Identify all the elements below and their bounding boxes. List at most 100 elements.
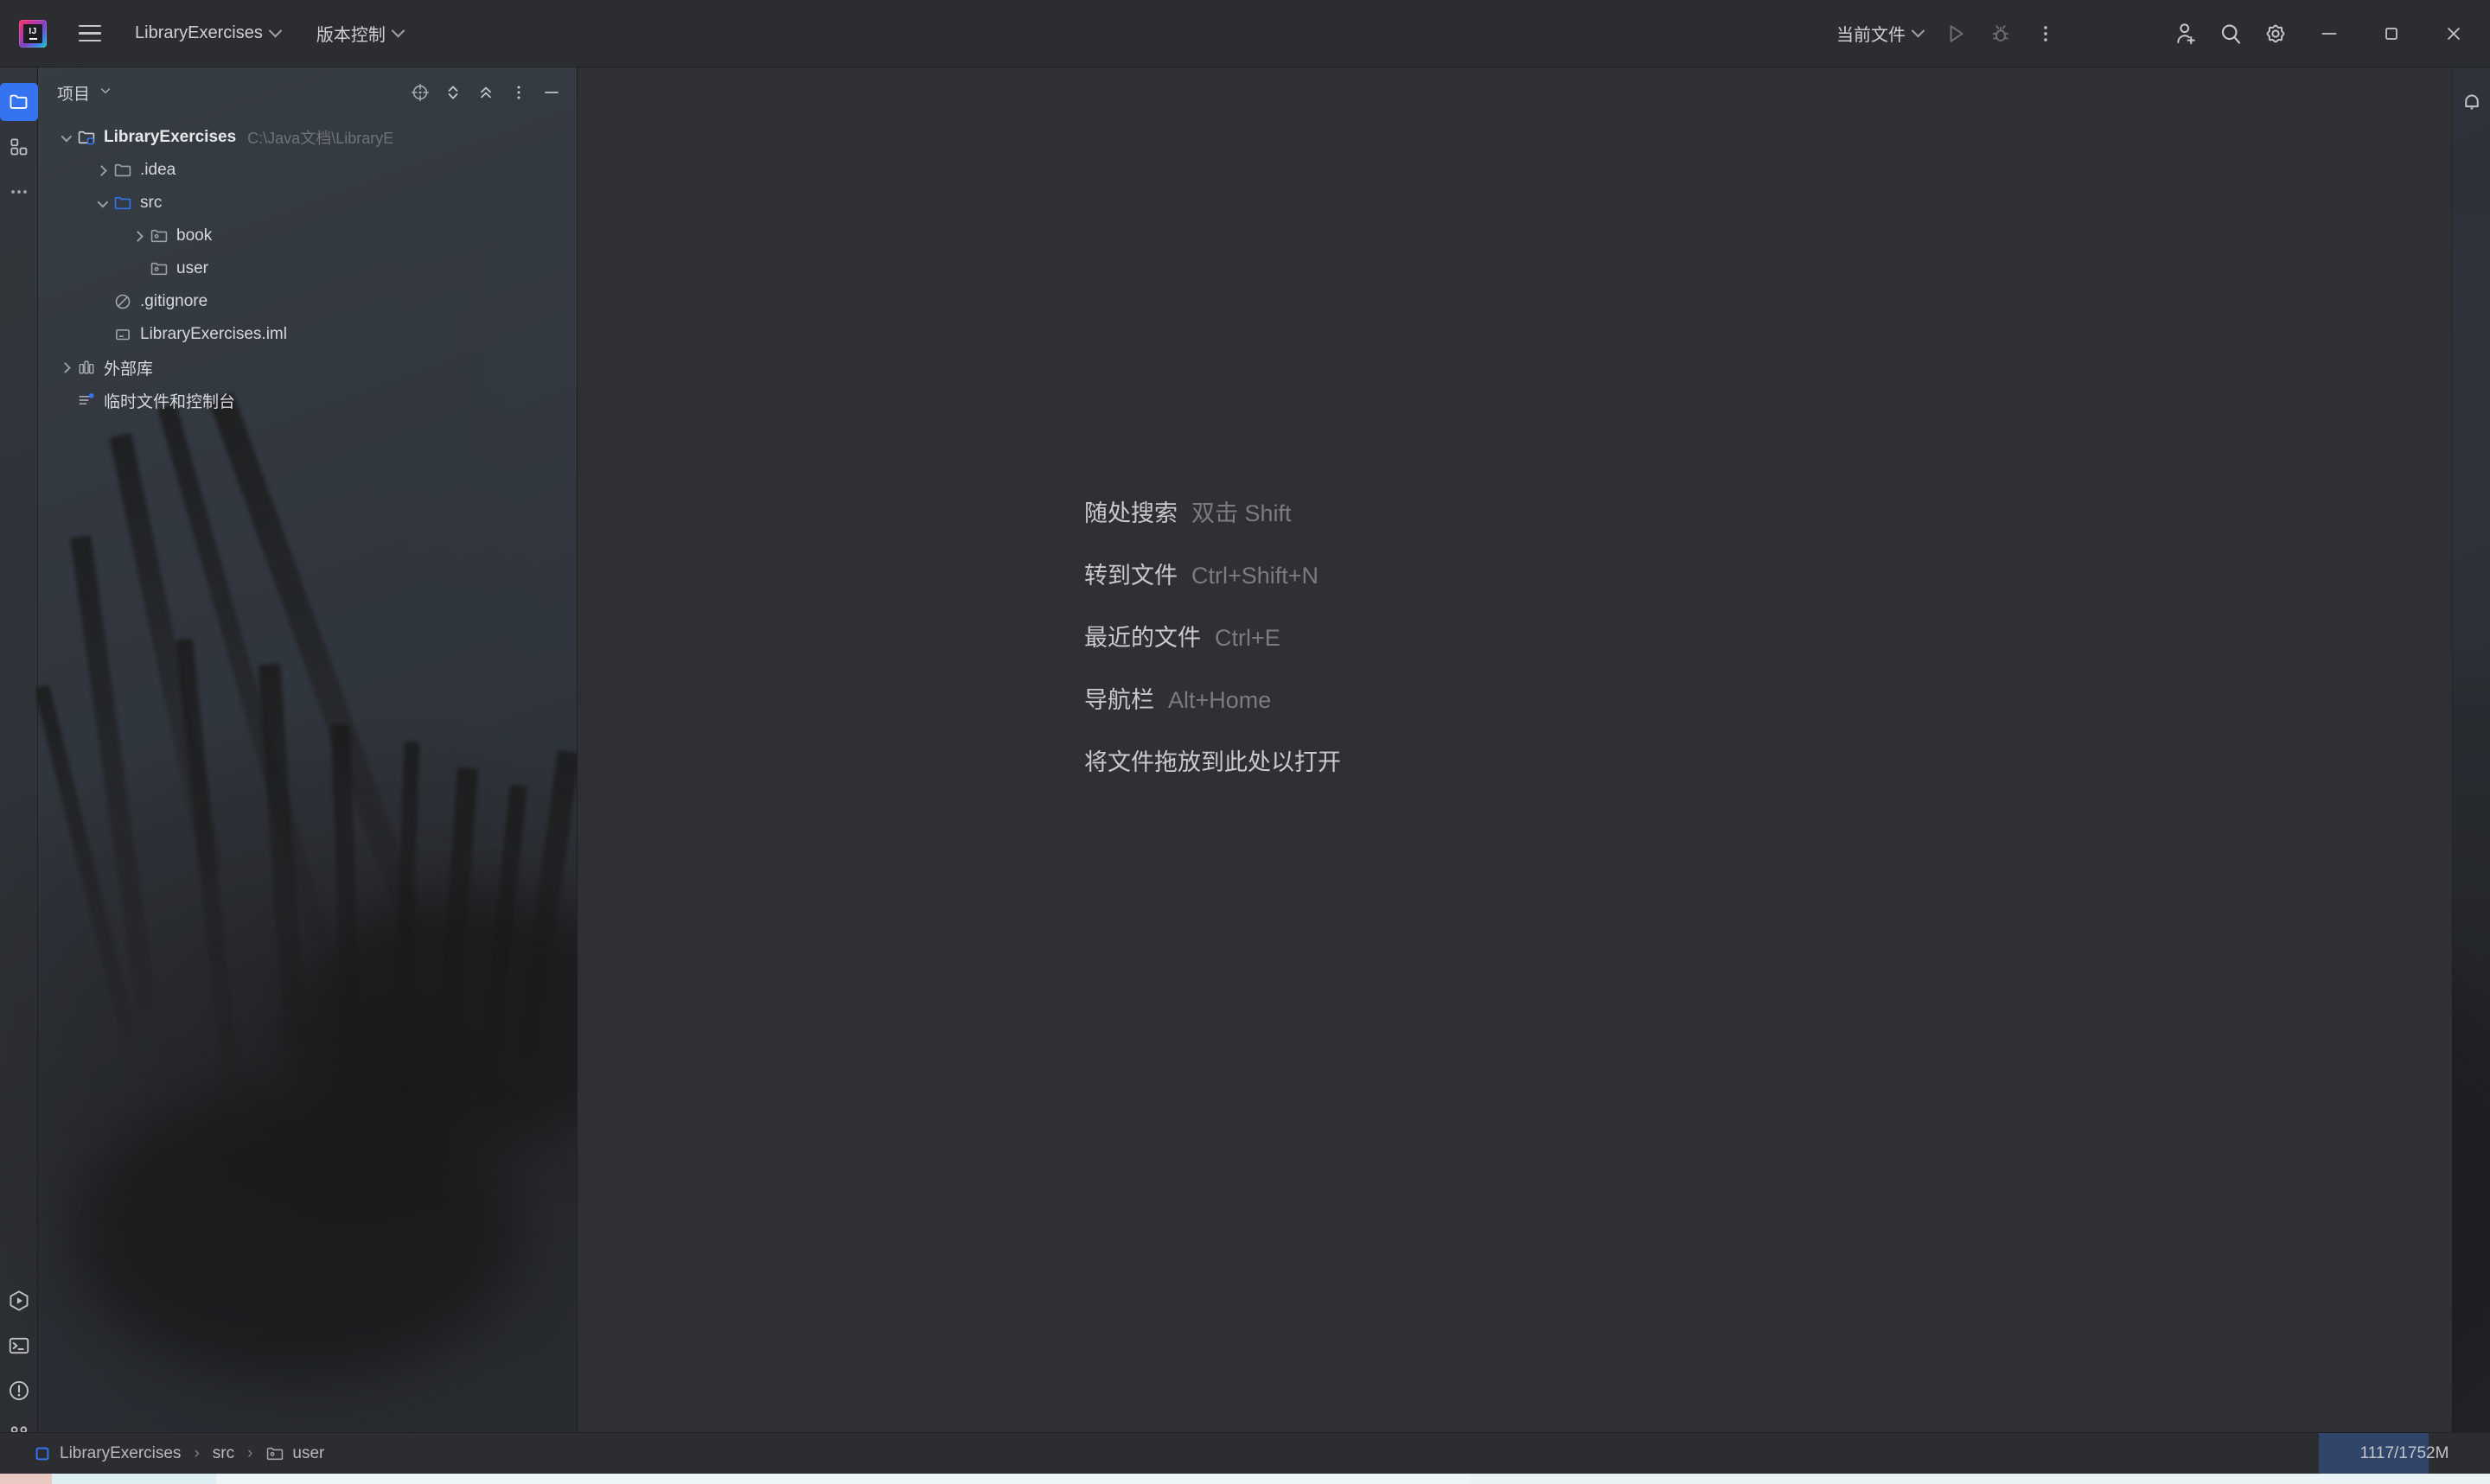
tree-node-icon bbox=[76, 390, 97, 411]
tree-node-icon bbox=[149, 226, 169, 246]
breadcrumb-item-icon bbox=[33, 1444, 52, 1463]
left-tool-window-stripe bbox=[0, 67, 38, 1474]
tree-node-libraryexercises[interactable]: LibraryExercises C:\Java文档\LibraryE bbox=[38, 121, 577, 154]
maximize-window-button[interactable] bbox=[2360, 0, 2423, 67]
tree-node-.idea[interactable]: .idea bbox=[38, 154, 577, 187]
select-opened-file-button[interactable] bbox=[404, 76, 437, 109]
tree-arrow-placeholder bbox=[54, 384, 76, 417]
sidebar-item-terminal[interactable] bbox=[0, 1327, 38, 1365]
folder-icon bbox=[114, 163, 131, 177]
chevron-down-icon[interactable] bbox=[54, 121, 76, 154]
scratches-icon bbox=[79, 393, 94, 405]
sidebar-item-notifications[interactable] bbox=[2453, 83, 2490, 121]
package-icon bbox=[150, 229, 168, 243]
run-hexagon-icon bbox=[10, 1290, 28, 1311]
close-window-button[interactable] bbox=[2423, 0, 2485, 67]
chevron-right-icon[interactable] bbox=[90, 154, 112, 187]
iml-file-icon bbox=[116, 329, 130, 341]
sidebar-item-problems[interactable] bbox=[0, 1372, 38, 1410]
tree-node-label: LibraryExercises.iml bbox=[140, 325, 287, 343]
breadcrumb-separator: › bbox=[247, 1443, 253, 1462]
warning-circle-icon bbox=[9, 1381, 29, 1400]
hide-tool-window-button[interactable] bbox=[535, 76, 568, 109]
version-control-button[interactable]: 版本控制 bbox=[306, 15, 413, 53]
tree-node-user[interactable]: user bbox=[38, 252, 577, 285]
more-vertical-icon bbox=[2044, 25, 2047, 41]
editor-hint-row: 转到文件 Ctrl+Shift+N bbox=[1084, 557, 1341, 619]
editor-hint-label: 导航栏 bbox=[1084, 687, 1154, 713]
tree-node-icon bbox=[112, 160, 133, 181]
add-account-icon bbox=[2177, 22, 2195, 44]
editor-hint-label: 最近的文件 bbox=[1084, 625, 1201, 651]
more-actions-button[interactable] bbox=[2023, 11, 2068, 56]
editor-hint-row: 随处搜索 双击 Shift bbox=[1084, 494, 1341, 557]
tree-node-label: .idea bbox=[140, 161, 176, 179]
run-configuration-selector[interactable]: 当前文件 bbox=[1826, 15, 1933, 53]
project-name-label: LibraryExercises bbox=[135, 23, 263, 42]
source-folder-icon bbox=[114, 196, 131, 210]
gear-icon bbox=[2266, 24, 2285, 43]
tree-node-book[interactable]: book bbox=[38, 220, 577, 252]
tree-node-label: LibraryExercises bbox=[104, 128, 237, 146]
tree-node-libraryexercises.iml[interactable]: LibraryExercises.iml bbox=[38, 318, 577, 351]
editor-hint-shortcut: 双击 Shift bbox=[1191, 500, 1292, 526]
intellij-idea-logo: IJ bbox=[19, 19, 47, 48]
debug-bug-icon bbox=[1992, 24, 2009, 41]
minimize-icon bbox=[2321, 32, 2337, 35]
project-panel-title-button[interactable]: 项目 bbox=[52, 78, 118, 108]
sidebar-item-project[interactable] bbox=[0, 83, 38, 121]
minimize-window-button[interactable] bbox=[2298, 0, 2360, 67]
external-libraries-icon bbox=[79, 360, 94, 374]
chevron-right-icon[interactable] bbox=[126, 220, 149, 252]
editor-area: 随处搜索 双击 Shift 转到文件 Ctrl+Shift+N 最近的文件 Ctrl+E 导… bbox=[578, 67, 2452, 1474]
target-crosshair-icon bbox=[412, 84, 429, 101]
settings-button[interactable] bbox=[2253, 11, 2298, 56]
editor-hint-label: 将文件拖放到此处以打开 bbox=[1084, 749, 1341, 775]
hamburger-menu-icon[interactable] bbox=[71, 15, 109, 53]
chevron-down-icon bbox=[391, 23, 405, 38]
breadcrumb: LibraryExercises › src › user bbox=[28, 1442, 329, 1466]
sidebar-item-more-tool-windows[interactable] bbox=[0, 173, 38, 211]
breadcrumb-item-label: src bbox=[212, 1443, 235, 1462]
editor-hint-row: 导航栏 Alt+Home bbox=[1084, 681, 1341, 743]
project-tree[interactable]: LibraryExercises C:\Java文档\LibraryE .idea s… bbox=[38, 118, 577, 1474]
account-button[interactable] bbox=[2163, 11, 2208, 56]
close-icon bbox=[2448, 27, 2460, 40]
tree-node-icon bbox=[112, 324, 133, 345]
debug-button[interactable] bbox=[1978, 11, 2023, 56]
breadcrumb-item-libraryexercises[interactable]: LibraryExercises bbox=[28, 1442, 186, 1466]
editor-hint-row: 将文件拖放到此处以打开 bbox=[1084, 743, 1341, 806]
search-everywhere-button[interactable] bbox=[2208, 11, 2253, 56]
tree-node-.gitignore[interactable]: .gitignore bbox=[38, 285, 577, 318]
tree-node-外部库[interactable]: 外部库 bbox=[38, 351, 577, 384]
gitignore-icon bbox=[115, 294, 131, 309]
chevron-right-icon[interactable] bbox=[54, 351, 76, 384]
chevron-down-icon bbox=[99, 84, 112, 102]
breadcrumb-item-icon bbox=[265, 1444, 284, 1463]
project-panel-options-button[interactable] bbox=[502, 76, 535, 109]
expand-collapse-button[interactable] bbox=[437, 76, 469, 109]
chevron-down-icon[interactable] bbox=[90, 187, 112, 220]
tree-node-label: 外部库 bbox=[104, 360, 154, 379]
editor-hint-shortcut: Ctrl+Shift+N bbox=[1191, 563, 1319, 589]
memory-indicator[interactable]: 1117/1752M bbox=[2319, 1432, 2490, 1474]
run-configuration-label: 当前文件 bbox=[1836, 26, 1906, 45]
editor-hint-label: 随处搜索 bbox=[1084, 500, 1178, 526]
editor-shortcut-hints: 随处搜索 双击 Shift 转到文件 Ctrl+Shift+N 最近的文件 Ctrl+E 导… bbox=[1084, 494, 1341, 806]
tree-node-临时文件和控制台[interactable]: 临时文件和控制台 bbox=[38, 384, 577, 417]
project-name-button[interactable]: LibraryExercises bbox=[124, 15, 290, 53]
breadcrumb-item-user[interactable]: user bbox=[260, 1442, 329, 1466]
collapse-all-button[interactable] bbox=[469, 76, 502, 109]
tree-node-src[interactable]: src bbox=[38, 187, 577, 220]
sidebar-item-run[interactable] bbox=[0, 1282, 38, 1320]
breadcrumb-separator: › bbox=[194, 1443, 200, 1462]
more-horizontal-icon bbox=[10, 190, 27, 194]
bell-icon bbox=[2464, 94, 2479, 111]
status-bar: LibraryExercises › src › user 1117/1752M bbox=[0, 1432, 2490, 1474]
package-icon bbox=[150, 262, 168, 276]
project-tool-window: 项目 LibraryExercises C:\Java文档\LibraryE .… bbox=[38, 67, 578, 1474]
breadcrumb-item-label: user bbox=[292, 1443, 325, 1462]
breadcrumb-item-src[interactable]: src bbox=[208, 1442, 239, 1466]
sidebar-item-structure[interactable] bbox=[0, 128, 38, 166]
run-button[interactable] bbox=[1933, 11, 1978, 56]
